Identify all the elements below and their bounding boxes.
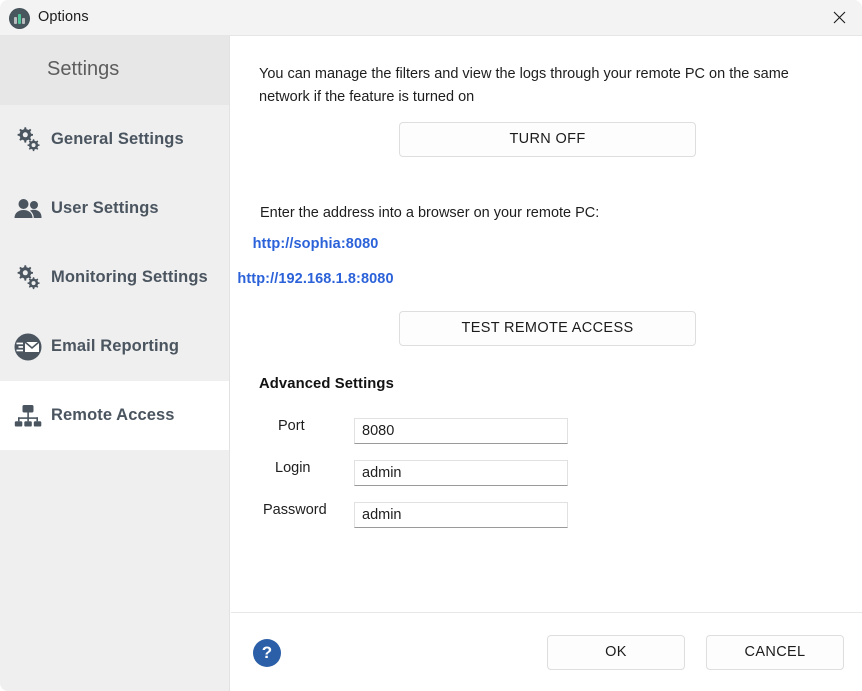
login-field-row: Login xyxy=(231,460,862,486)
turn-off-button[interactable]: TURN OFF xyxy=(399,122,696,157)
sidebar-item-general-settings[interactable]: General Settings xyxy=(0,105,229,174)
advanced-settings-title: Advanced Settings xyxy=(259,376,394,392)
sidebar-item-remote-access[interactable]: Remote Access xyxy=(0,381,229,450)
port-field-row: Port xyxy=(231,418,862,444)
ok-button[interactable]: OK xyxy=(547,635,685,670)
password-label: Password xyxy=(263,502,327,518)
users-icon xyxy=(11,192,45,226)
help-icon[interactable]: ? xyxy=(253,639,281,667)
sidebar-item-email-reporting[interactable]: Email Reporting xyxy=(0,312,229,381)
main-content: You can manage the filters and view the … xyxy=(231,36,862,612)
bar-chart-icon xyxy=(9,8,30,29)
sidebar: Settings General Settings User Settings … xyxy=(0,36,230,691)
enter-address-label: Enter the address into a browser on your… xyxy=(260,205,600,221)
sidebar-item-label: User Settings xyxy=(51,199,159,217)
sidebar-item-user-settings[interactable]: User Settings xyxy=(0,174,229,243)
cancel-button[interactable]: CANCEL xyxy=(706,635,844,670)
close-icon[interactable] xyxy=(816,0,862,35)
network-icon xyxy=(11,399,45,433)
sidebar-item-label: General Settings xyxy=(51,130,184,148)
sidebar-item-label: Remote Access xyxy=(51,406,175,424)
title-bar: Options xyxy=(0,0,862,36)
remote-address-ip-link[interactable]: http://192.168.1.8:8080 xyxy=(0,271,631,287)
password-input[interactable] xyxy=(354,502,568,528)
port-input[interactable] xyxy=(354,418,568,444)
login-input[interactable] xyxy=(354,460,568,486)
sidebar-header: Settings xyxy=(0,36,229,105)
dialog-footer: ? OK CANCEL xyxy=(231,612,862,691)
sidebar-header-label: Settings xyxy=(47,58,120,80)
port-label: Port xyxy=(278,418,305,434)
login-label: Login xyxy=(275,460,311,476)
remote-address-hostname-link[interactable]: http://sophia:8080 xyxy=(0,236,631,252)
sidebar-item-label: Email Reporting xyxy=(51,337,180,355)
window-title: Options xyxy=(38,9,89,25)
password-field-row: Password xyxy=(231,502,862,528)
options-dialog-window: Options Settings General Settings User S… xyxy=(0,0,862,691)
intro-text: You can manage the filters and view the … xyxy=(259,66,789,105)
email-icon xyxy=(11,330,45,364)
test-remote-access-button[interactable]: TEST REMOTE ACCESS xyxy=(399,311,696,346)
gears-icon xyxy=(11,123,45,157)
